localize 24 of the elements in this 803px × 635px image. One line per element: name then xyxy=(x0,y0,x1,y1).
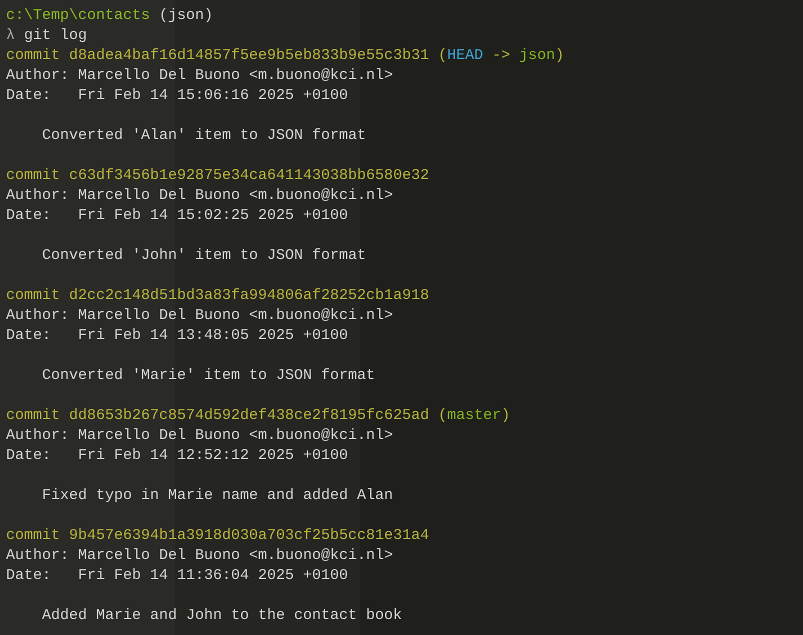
commit-line: commit 9b457e6394b1a3918d030a703cf25b5cc81e31a4 xyxy=(6,527,430,544)
author-line: Author: Marcello Del Buono <m.buono@kci.nl> xyxy=(6,187,394,204)
prompt-path: c:\Temp\contacts xyxy=(6,7,150,24)
prompt-symbol: λ xyxy=(6,27,16,44)
author-line: Author: Marcello Del Buono <m.buono@kci.nl> xyxy=(6,427,394,444)
commit-line: commit c63df3456b1e92875e34ca641143038bb6580e32 xyxy=(6,167,430,184)
commit-message: Converted 'Alan' item to JSON format xyxy=(42,127,366,144)
commit-message: Added Marie and John to the contact book xyxy=(42,607,402,624)
date-line: Date: Fri Feb 14 15:06:16 2025 +0100 xyxy=(6,87,348,104)
date-line: Date: Fri Feb 14 12:52:12 2025 +0100 xyxy=(6,447,348,464)
commit-line: commit d8adea4baf16d14857f5ee9b5eb833b9e55c3b31 (HEAD -> json) xyxy=(6,47,564,64)
author-line: Author: Marcello Del Buono <m.buono@kci.nl> xyxy=(6,67,394,84)
commit-line: commit d2cc2c148d51bd3a83fa994806af28252cb1a918 xyxy=(6,287,430,304)
commit-message: Fixed typo in Marie name and added Alan xyxy=(42,487,394,504)
author-line: Author: Marcello Del Buono <m.buono@kci.nl> xyxy=(6,307,394,324)
author-line: Author: Marcello Del Buono <m.buono@kci.nl> xyxy=(6,547,394,564)
prompt-branch: (json) xyxy=(159,7,214,24)
commit-message: Converted 'Marie' item to JSON format xyxy=(42,367,376,384)
commit-message: Converted 'John' item to JSON format xyxy=(42,247,366,264)
date-line: Date: Fri Feb 14 11:36:04 2025 +0100 xyxy=(6,567,348,584)
date-line: Date: Fri Feb 14 15:02:25 2025 +0100 xyxy=(6,207,348,224)
date-line: Date: Fri Feb 14 13:48:05 2025 +0100 xyxy=(6,327,348,344)
commit-line: commit dd8653b267c8574d592def438ce2f8195fc625ad (master) xyxy=(6,407,510,424)
command-text: git log xyxy=(24,27,88,44)
